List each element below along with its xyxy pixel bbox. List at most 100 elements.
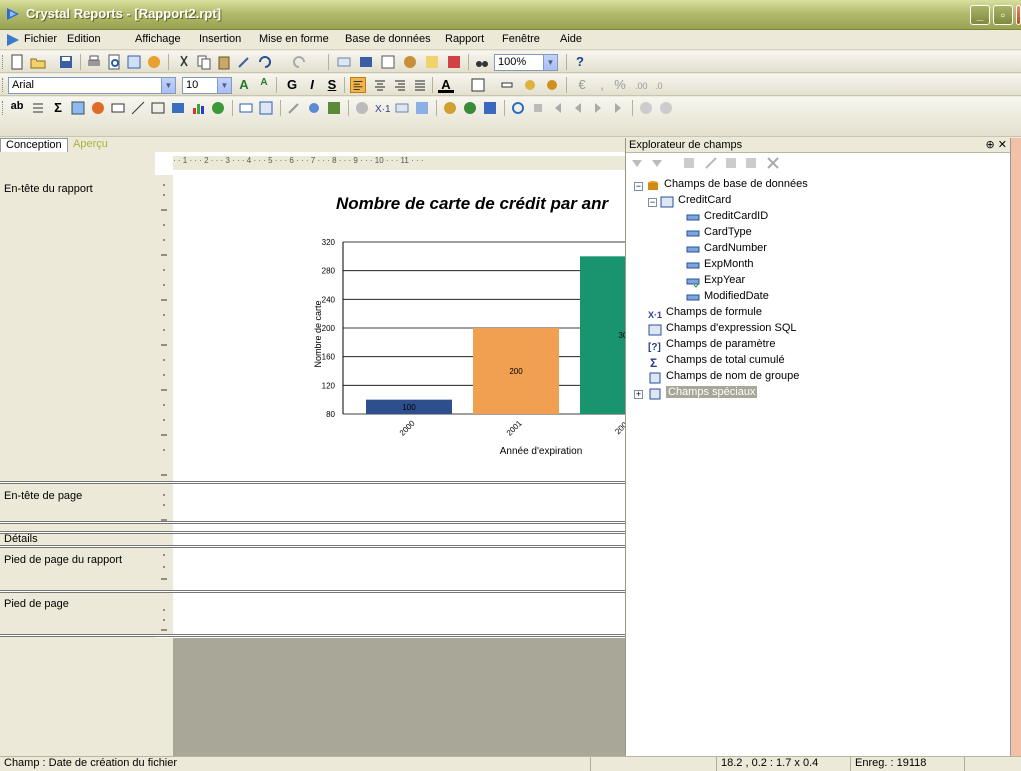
- formula-field-icon[interactable]: X·1: [374, 100, 390, 116]
- tree-field[interactable]: CreditCardID: [704, 210, 768, 222]
- collapse-icon[interactable]: −: [634, 182, 643, 191]
- find-icon[interactable]: [474, 54, 490, 70]
- bold-button[interactable]: G: [284, 77, 300, 92]
- menu-insertion[interactable]: Insertion: [199, 33, 241, 45]
- paste-icon[interactable]: [216, 54, 232, 70]
- insert-text-object-icon[interactable]: ab: [8, 100, 26, 112]
- chevron-down-icon[interactable]: ▼: [217, 78, 231, 93]
- subreport-icon[interactable]: [110, 100, 126, 116]
- olap-icon[interactable]: [90, 100, 106, 116]
- duplicate-field-icon[interactable]: [724, 156, 738, 170]
- first-page-icon[interactable]: [550, 100, 566, 116]
- back-icon[interactable]: [638, 100, 654, 116]
- minimize-button[interactable]: _: [970, 5, 990, 25]
- maximize-button[interactable]: ▫: [993, 5, 1013, 25]
- map-icon[interactable]: [210, 100, 226, 116]
- new-field-icon[interactable]: [682, 156, 696, 170]
- insert-table-icon[interactable]: [358, 54, 374, 70]
- tree-database-fields[interactable]: Champs de base de données: [664, 178, 808, 190]
- close-button[interactable]: [1016, 5, 1021, 25]
- chart-icon[interactable]: [190, 100, 206, 116]
- thousands-separator-button[interactable]: ,: [594, 77, 610, 92]
- template-expert-icon[interactable]: [326, 100, 342, 116]
- font-size-select[interactable]: 10 ▼: [182, 77, 232, 94]
- section-page-footer[interactable]: Pied de page: [4, 598, 69, 610]
- horizontal-ruler[interactable]: · · 1 · · · 2 · · · 3 · · · 4 · · · 5 · …: [173, 156, 625, 170]
- browse-icon[interactable]: [650, 156, 664, 170]
- menu-fichier[interactable]: Fichier: [24, 33, 57, 45]
- font-select[interactable]: Arial ▼: [8, 77, 176, 94]
- refresh-data-icon[interactable]: [510, 100, 526, 116]
- summary-icon[interactable]: Σ: [50, 100, 66, 115]
- menu-rapport[interactable]: Rapport: [445, 33, 484, 45]
- last-page-icon[interactable]: [610, 100, 626, 116]
- collapse-icon[interactable]: −: [648, 198, 657, 207]
- tree-table-creditcard[interactable]: CreditCard: [678, 194, 731, 206]
- insert-chart-icon[interactable]: [380, 54, 396, 70]
- tree-field[interactable]: ExpYear: [704, 274, 745, 286]
- cut-icon[interactable]: [176, 54, 192, 70]
- section-details[interactable]: Détails: [4, 533, 38, 545]
- insert-group-icon[interactable]: [336, 54, 352, 70]
- export-icon[interactable]: [146, 54, 162, 70]
- picture-icon[interactable]: [170, 100, 186, 116]
- align-right-icon[interactable]: [392, 77, 408, 93]
- section-expert-icon[interactable]: [446, 54, 462, 70]
- undo-icon[interactable]: [256, 54, 272, 70]
- repository-explorer-icon[interactable]: [354, 100, 370, 116]
- tree-formula-fields[interactable]: Champs de formule: [666, 306, 762, 318]
- copy-icon[interactable]: [196, 54, 212, 70]
- tab-design[interactable]: Conception: [0, 138, 68, 152]
- pin-close-icon[interactable]: ⊕ ✕: [986, 138, 1008, 152]
- redo-icon[interactable]: [292, 54, 308, 70]
- web-icon[interactable]: [462, 100, 478, 116]
- justify-icon[interactable]: [412, 77, 428, 93]
- open-icon[interactable]: [30, 54, 46, 70]
- section-report-header[interactable]: En-tête du rapport: [4, 183, 93, 195]
- italic-button[interactable]: I: [304, 77, 320, 92]
- toolbar-grip[interactable]: [2, 78, 5, 92]
- section-separator[interactable]: [0, 545, 625, 548]
- align-left-icon[interactable]: [350, 77, 366, 93]
- increase-decimals-icon[interactable]: .00: [634, 77, 650, 93]
- section-report-footer[interactable]: Pied de page du rapport: [4, 554, 122, 566]
- lock-format-icon[interactable]: [522, 77, 538, 93]
- menu-base-de-donnees[interactable]: Base de données: [345, 33, 431, 45]
- print-icon[interactable]: [86, 54, 102, 70]
- chevron-down-icon[interactable]: ▼: [543, 55, 557, 70]
- chevron-down-icon[interactable]: ▼: [161, 78, 175, 93]
- shrink-font-icon[interactable]: A: [256, 77, 272, 88]
- formula-workshop-icon[interactable]: [306, 100, 322, 116]
- decrease-decimals-icon[interactable]: .0: [654, 77, 670, 93]
- refresh-icon[interactable]: [126, 54, 142, 70]
- grow-font-icon[interactable]: A: [236, 77, 252, 92]
- percent-button[interactable]: %: [612, 77, 628, 92]
- expand-icon[interactable]: +: [634, 390, 643, 399]
- box-icon[interactable]: [150, 100, 166, 116]
- tree-group-name-fields[interactable]: Champs de nom de groupe: [666, 370, 799, 382]
- tree-parameter-fields[interactable]: Champs de paramètre: [666, 338, 775, 350]
- menu-affichage[interactable]: Affichage: [135, 33, 181, 45]
- section-separator[interactable]: [0, 590, 625, 593]
- border-icon[interactable]: [470, 77, 486, 93]
- insert-field-icon[interactable]: [238, 100, 254, 116]
- new-icon[interactable]: [9, 54, 25, 70]
- section-separator[interactable]: [0, 531, 625, 534]
- forward-icon[interactable]: [658, 100, 674, 116]
- menu-aide[interactable]: Aide: [560, 33, 582, 45]
- tree-field[interactable]: ModifiedDate: [704, 290, 769, 302]
- dependency-checker-icon[interactable]: [394, 100, 410, 116]
- print-preview-icon[interactable]: [106, 54, 122, 70]
- chart-title[interactable]: Nombre de carte de crédit par anr: [336, 194, 608, 214]
- line-icon[interactable]: [130, 100, 146, 116]
- section-page-header[interactable]: En-tête de page: [4, 490, 82, 502]
- vertical-ruler[interactable]: [155, 175, 173, 635]
- report-explorer-icon[interactable]: [286, 100, 302, 116]
- menu-edition[interactable]: Edition: [67, 33, 101, 45]
- field-explorer-icon[interactable]: [258, 100, 274, 116]
- align-center-icon[interactable]: [372, 77, 388, 93]
- lock-size-icon[interactable]: [544, 77, 560, 93]
- document-icon[interactable]: [6, 33, 20, 47]
- suppress-icon[interactable]: [500, 77, 516, 93]
- tree-running-total-fields[interactable]: Champs de total cumulé: [666, 354, 785, 366]
